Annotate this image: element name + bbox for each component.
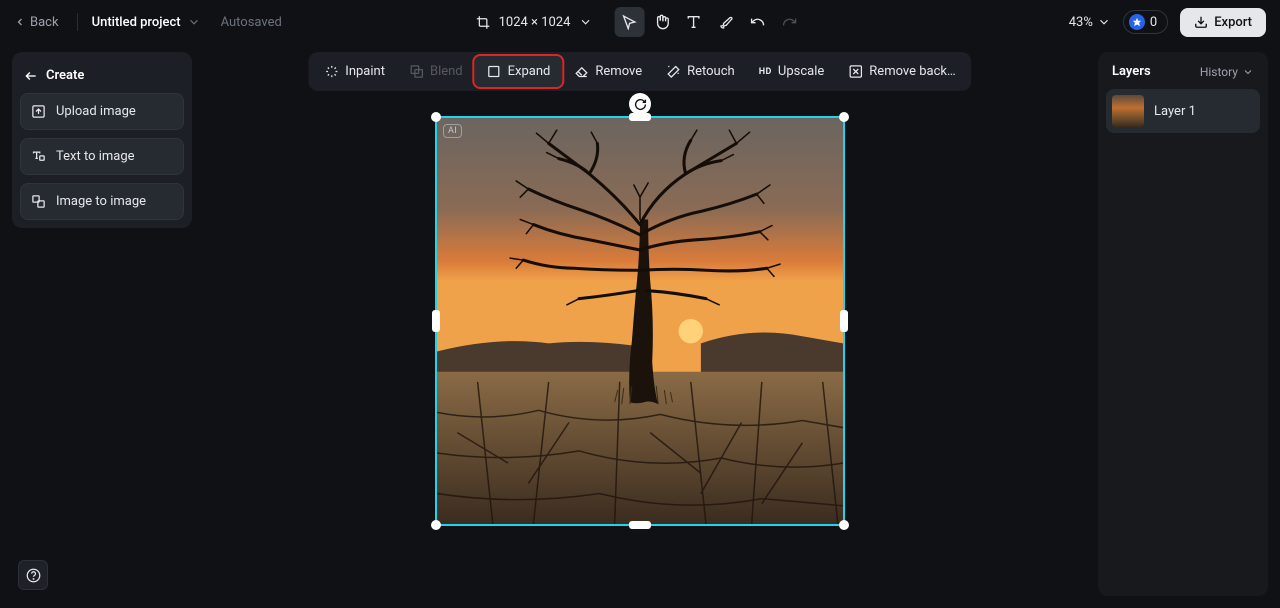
history-label: History <box>1200 65 1238 79</box>
create-panel: Create Upload image Text to image Image … <box>12 52 192 228</box>
retouch-label: Retouch <box>687 64 735 79</box>
resize-handle-tr[interactable] <box>839 112 849 122</box>
top-bar: Back Untitled project Autosaved 1024 × 1… <box>0 0 1280 44</box>
text-to-image-icon <box>31 149 46 164</box>
blend-button: Blend <box>397 56 475 87</box>
layer-item[interactable]: Layer 1 <box>1106 89 1260 133</box>
dimensions-label: 1024 × 1024 <box>499 15 571 30</box>
text-tool[interactable] <box>678 7 708 37</box>
layers-panel: Layers History Layer 1 <box>1098 52 1268 596</box>
layers-header: Layers History <box>1106 64 1260 89</box>
eraser-icon <box>574 64 589 79</box>
brush-tool[interactable] <box>710 7 740 37</box>
chevron-down-icon <box>1097 15 1111 29</box>
resize-handle-tl[interactable] <box>431 112 441 122</box>
help-button[interactable] <box>18 560 48 590</box>
top-bar-center: 1024 × 1024 <box>476 7 805 37</box>
remove-bg-label: Remove back… <box>869 64 955 79</box>
back-label: Back <box>30 15 59 30</box>
i2i-label: Image to image <box>56 194 146 209</box>
cursor-icon <box>621 14 637 30</box>
export-label: Export <box>1214 15 1252 30</box>
canvas-image[interactable]: AI <box>435 116 845 526</box>
upload-label: Upload image <box>56 104 136 119</box>
remove-button[interactable]: Remove <box>562 56 654 87</box>
action-toolbar: Inpaint Blend Expand Remove Retouch HD U… <box>308 52 971 91</box>
redo-button <box>774 7 804 37</box>
upload-icon <box>31 104 46 119</box>
credits-icon <box>1129 14 1145 30</box>
zoom-dropdown[interactable]: 43% <box>1069 15 1111 30</box>
chevron-down-icon <box>578 15 592 29</box>
hand-icon <box>653 14 669 30</box>
undo-icon <box>749 14 765 30</box>
chevron-left-icon <box>14 16 26 28</box>
image-to-image-button[interactable]: Image to image <box>20 183 184 220</box>
back-button[interactable]: Back <box>14 15 59 30</box>
top-bar-left: Back Untitled project Autosaved <box>14 13 282 31</box>
save-status: Autosaved <box>221 15 282 30</box>
export-button[interactable]: Export <box>1180 8 1266 37</box>
resize-handle-right[interactable] <box>840 310 848 332</box>
remove-label: Remove <box>595 64 642 79</box>
sparkle-icon <box>324 64 339 79</box>
brush-icon <box>717 14 733 30</box>
zoom-value: 43% <box>1069 15 1093 30</box>
upscale-button[interactable]: HD Upscale <box>747 56 837 87</box>
download-icon <box>1194 15 1208 29</box>
text-to-image-button[interactable]: Text to image <box>20 138 184 175</box>
undo-button[interactable] <box>742 7 772 37</box>
credits-button[interactable]: 0 <box>1123 10 1168 34</box>
pan-tool[interactable] <box>646 7 676 37</box>
layer-name: Layer 1 <box>1154 104 1196 119</box>
rotate-icon <box>634 98 647 111</box>
hd-icon: HD <box>759 67 772 77</box>
create-header: Create <box>20 60 184 93</box>
text-icon <box>685 14 701 30</box>
remove-bg-button[interactable]: Remove back… <box>836 56 967 87</box>
inpaint-label: Inpaint <box>345 64 385 79</box>
redo-icon <box>781 14 797 30</box>
inpaint-button[interactable]: Inpaint <box>312 56 397 87</box>
retouch-button[interactable]: Retouch <box>654 56 747 87</box>
resize-handle-left[interactable] <box>432 310 440 332</box>
canvas-wrapper: AI <box>435 95 845 505</box>
upload-image-button[interactable]: Upload image <box>20 93 184 130</box>
wand-icon <box>666 64 681 79</box>
help-icon <box>26 568 41 583</box>
blend-label: Blend <box>430 64 463 79</box>
crop-icon <box>476 15 491 30</box>
select-tool[interactable] <box>614 7 644 37</box>
arrow-left-icon[interactable] <box>24 69 38 83</box>
separator <box>77 13 78 31</box>
layer-thumbnail <box>1112 95 1144 127</box>
project-name-dropdown[interactable]: Untitled project <box>92 15 201 30</box>
project-name: Untitled project <box>92 15 181 30</box>
resize-handle-bottom[interactable] <box>629 521 651 529</box>
canvas-size-dropdown[interactable]: 1024 × 1024 <box>476 15 593 30</box>
create-title: Create <box>46 68 84 83</box>
upscale-label: Upscale <box>778 64 824 79</box>
expand-button[interactable]: Expand <box>475 56 563 87</box>
image-to-image-icon <box>31 194 46 209</box>
chevron-down-icon <box>187 15 201 29</box>
credits-value: 0 <box>1150 15 1157 30</box>
t2i-label: Text to image <box>56 149 135 164</box>
chevron-down-icon <box>1242 66 1254 78</box>
rotate-handle[interactable] <box>629 93 651 115</box>
blend-icon <box>409 64 424 79</box>
expand-icon <box>487 64 502 79</box>
canvas-content-image <box>437 118 843 524</box>
top-bar-right: 43% 0 Export <box>1069 8 1266 37</box>
history-dropdown[interactable]: History <box>1200 65 1254 79</box>
resize-handle-bl[interactable] <box>431 520 441 530</box>
ai-badge: AI <box>443 124 462 138</box>
expand-label: Expand <box>508 64 551 79</box>
resize-handle-br[interactable] <box>839 520 849 530</box>
remove-bg-icon <box>848 64 863 79</box>
tool-group <box>614 7 804 37</box>
layers-title: Layers <box>1112 64 1151 79</box>
